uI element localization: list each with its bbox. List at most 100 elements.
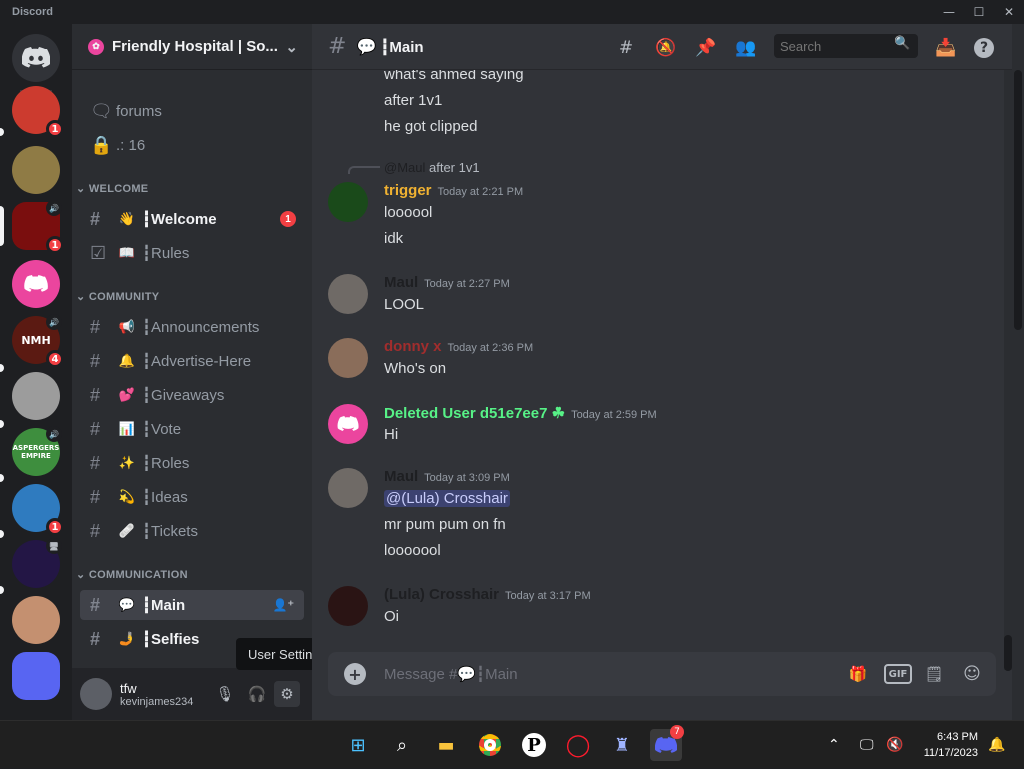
sticker-icon[interactable]: 🗒 — [922, 663, 946, 685]
chevron-up-icon[interactable]: ⌃ — [828, 721, 840, 769]
channel-advertise[interactable]: # 🔔 ┇Advertise-Here — [80, 346, 304, 376]
channel-roles[interactable]: # ✨ ┇Roles — [80, 448, 304, 478]
channel-count[interactable]: 🔒.: 16 — [80, 130, 304, 160]
search-icon[interactable]: ⌕ — [386, 729, 418, 761]
discord-taskbar-icon[interactable]: 7 — [650, 725, 684, 761]
guild-icon-7[interactable]: 1 — [12, 484, 64, 536]
chevron-down-icon: ⌄ — [285, 38, 298, 56]
opera-icon[interactable]: ◯ — [562, 729, 594, 761]
hash-icon: # — [90, 208, 101, 229]
avatar[interactable] — [328, 274, 368, 314]
avatar[interactable] — [80, 678, 112, 710]
user-tag: kevinjames234 — [120, 695, 194, 708]
channel-forums[interactable]: 🗨 forums — [80, 96, 304, 126]
message-author[interactable]: trigger Today at 2:21 PM — [384, 182, 523, 199]
discord-logo-icon — [655, 736, 677, 753]
window-scrollbar-thumb[interactable] — [1014, 70, 1022, 330]
channel-giveaways[interactable]: # 💕 ┇Giveaways — [80, 380, 304, 410]
gift-icon[interactable]: 🎁 — [846, 663, 870, 685]
avatar[interactable] — [328, 468, 368, 508]
minimize-button[interactable]: — — [934, 0, 964, 24]
unread-pill — [0, 128, 4, 136]
hash-icon: # — [90, 520, 101, 541]
message-author[interactable]: donny x Today at 2:36 PM — [384, 338, 533, 355]
guild-badge: 4 — [46, 350, 64, 368]
message-text: what's ahmed saying — [384, 70, 524, 83]
channel-announcements[interactable]: # 📢 ┇Announcements — [80, 312, 304, 342]
guild-icon-3[interactable] — [12, 260, 60, 308]
plex-icon[interactable]: P — [518, 729, 550, 761]
pin-icon[interactable]: 📌 — [694, 36, 718, 60]
channel-tickets[interactable]: # 🩹 ┇Tickets — [80, 516, 304, 546]
gear-icon[interactable]: ⚙ — [274, 681, 300, 707]
notification-bell-icon[interactable]: 🔔 — [988, 721, 1005, 769]
guild-icon-1[interactable] — [12, 146, 60, 194]
channel-welcome[interactable]: # 👋 ┇Welcome 1 — [80, 204, 304, 234]
file-explorer-icon[interactable]: ▬ — [430, 729, 462, 761]
discord-badge: 7 — [670, 725, 684, 739]
clock-time: 6:43 PM — [937, 731, 978, 743]
channel-ideas[interactable]: # 💫 ┇Ideas — [80, 482, 304, 512]
direct-messages-button[interactable] — [12, 34, 60, 82]
server-boost-icon: ✿ — [88, 38, 104, 55]
rules-icon: ☑ — [90, 242, 107, 263]
avatar[interactable] — [328, 586, 368, 626]
start-button[interactable]: ⊞ — [342, 729, 374, 761]
avatar[interactable] — [328, 338, 368, 378]
inbox-icon[interactable]: 📥 — [934, 36, 958, 60]
guild-icon-8[interactable]: 🖥 — [12, 538, 62, 588]
message-author[interactable]: (Lula) Crosshair Today at 3:17 PM — [384, 586, 591, 603]
guild-icon-10[interactable] — [12, 652, 60, 700]
unread-pill — [0, 530, 4, 538]
headphones-icon[interactable]: 🎧 — [244, 681, 270, 707]
server-header[interactable]: ✿ Friendly Hospital | So... ⌄ — [72, 24, 312, 70]
maximize-button[interactable]: ☐ — [964, 0, 994, 24]
guild-icon-4[interactable]: NMH 🔊 4 — [12, 314, 64, 368]
scrollbar-thumb[interactable] — [1004, 635, 1012, 671]
channel-sidebar: ✿ Friendly Hospital | So... ⌄ 🗨 forums 🔒.… — [72, 24, 312, 720]
selected-guild-pill — [0, 206, 4, 246]
screen-share-icon: 🖥 — [46, 538, 62, 554]
guild-icon-5[interactable] — [12, 372, 60, 420]
message-text: Hi — [384, 426, 399, 443]
message-scrollbar[interactable] — [1004, 70, 1012, 671]
help-icon[interactable]: ? — [974, 38, 994, 58]
guild-icon-0[interactable]: 1 — [12, 86, 64, 138]
close-button[interactable]: ✕ — [994, 0, 1024, 24]
avatar[interactable] — [328, 182, 368, 222]
message-mention[interactable]: @(Lula) Crosshair — [384, 490, 510, 507]
discord-logo-icon — [337, 416, 359, 431]
category-communication[interactable]: ⌄ COMMUNICATION — [76, 568, 188, 581]
add-attachment-icon[interactable]: + — [344, 663, 366, 685]
message-author[interactable]: Maul Today at 3:09 PM — [384, 468, 510, 485]
invite-icon[interactable]: 👤⁺ — [273, 598, 294, 612]
category-community[interactable]: ⌄ COMMUNITY — [76, 290, 159, 303]
emoji-icon[interactable]: ☺ — [960, 663, 984, 685]
category-welcome[interactable]: ⌄ WELCOME — [76, 182, 148, 195]
message-input[interactable] — [384, 662, 804, 686]
guild-icon-6[interactable]: ASPERGERS EMPIRE 🔊 — [12, 426, 62, 476]
avatar[interactable] — [328, 404, 368, 444]
network-icon[interactable]: 🖵 — [860, 721, 874, 769]
message-composer: + 🎁 GIF 🗒 ☺ — [328, 652, 996, 696]
gif-button[interactable]: GIF — [884, 664, 912, 684]
volume-muted-icon[interactable]: 🔇 — [886, 721, 903, 769]
chrome-icon[interactable] — [474, 729, 506, 761]
channel-vote[interactable]: # 📊 ┇Vote — [80, 414, 304, 444]
app-icon[interactable]: ♜ — [606, 729, 638, 761]
channel-main[interactable]: # 💬 ┇Main 👤⁺ — [80, 590, 304, 620]
microphone-icon[interactable]: 🎙 — [212, 681, 238, 707]
mute-icon[interactable]: 🔕 — [654, 36, 678, 60]
username: tfw — [120, 680, 137, 696]
guild-icon-2[interactable]: 🔊 1 — [12, 200, 64, 254]
channel-rules[interactable]: ☑ 📖 ┇Rules — [80, 238, 304, 268]
reply-preview[interactable]: @Maul after 1v1 — [384, 160, 480, 175]
message-text: loooool — [384, 204, 433, 221]
unread-pill — [0, 364, 4, 372]
system-clock[interactable]: 6:43 PM 11/17/2023 — [924, 729, 978, 761]
members-icon[interactable]: 👥 — [734, 36, 758, 60]
guild-icon-9[interactable] — [12, 596, 60, 644]
message-author[interactable]: Maul Today at 2:27 PM — [384, 274, 510, 291]
message-author[interactable]: Deleted User d51e7ee7 ☘ Today at 2:59 PM — [384, 404, 657, 422]
threads-icon[interactable]: # — [614, 36, 638, 60]
